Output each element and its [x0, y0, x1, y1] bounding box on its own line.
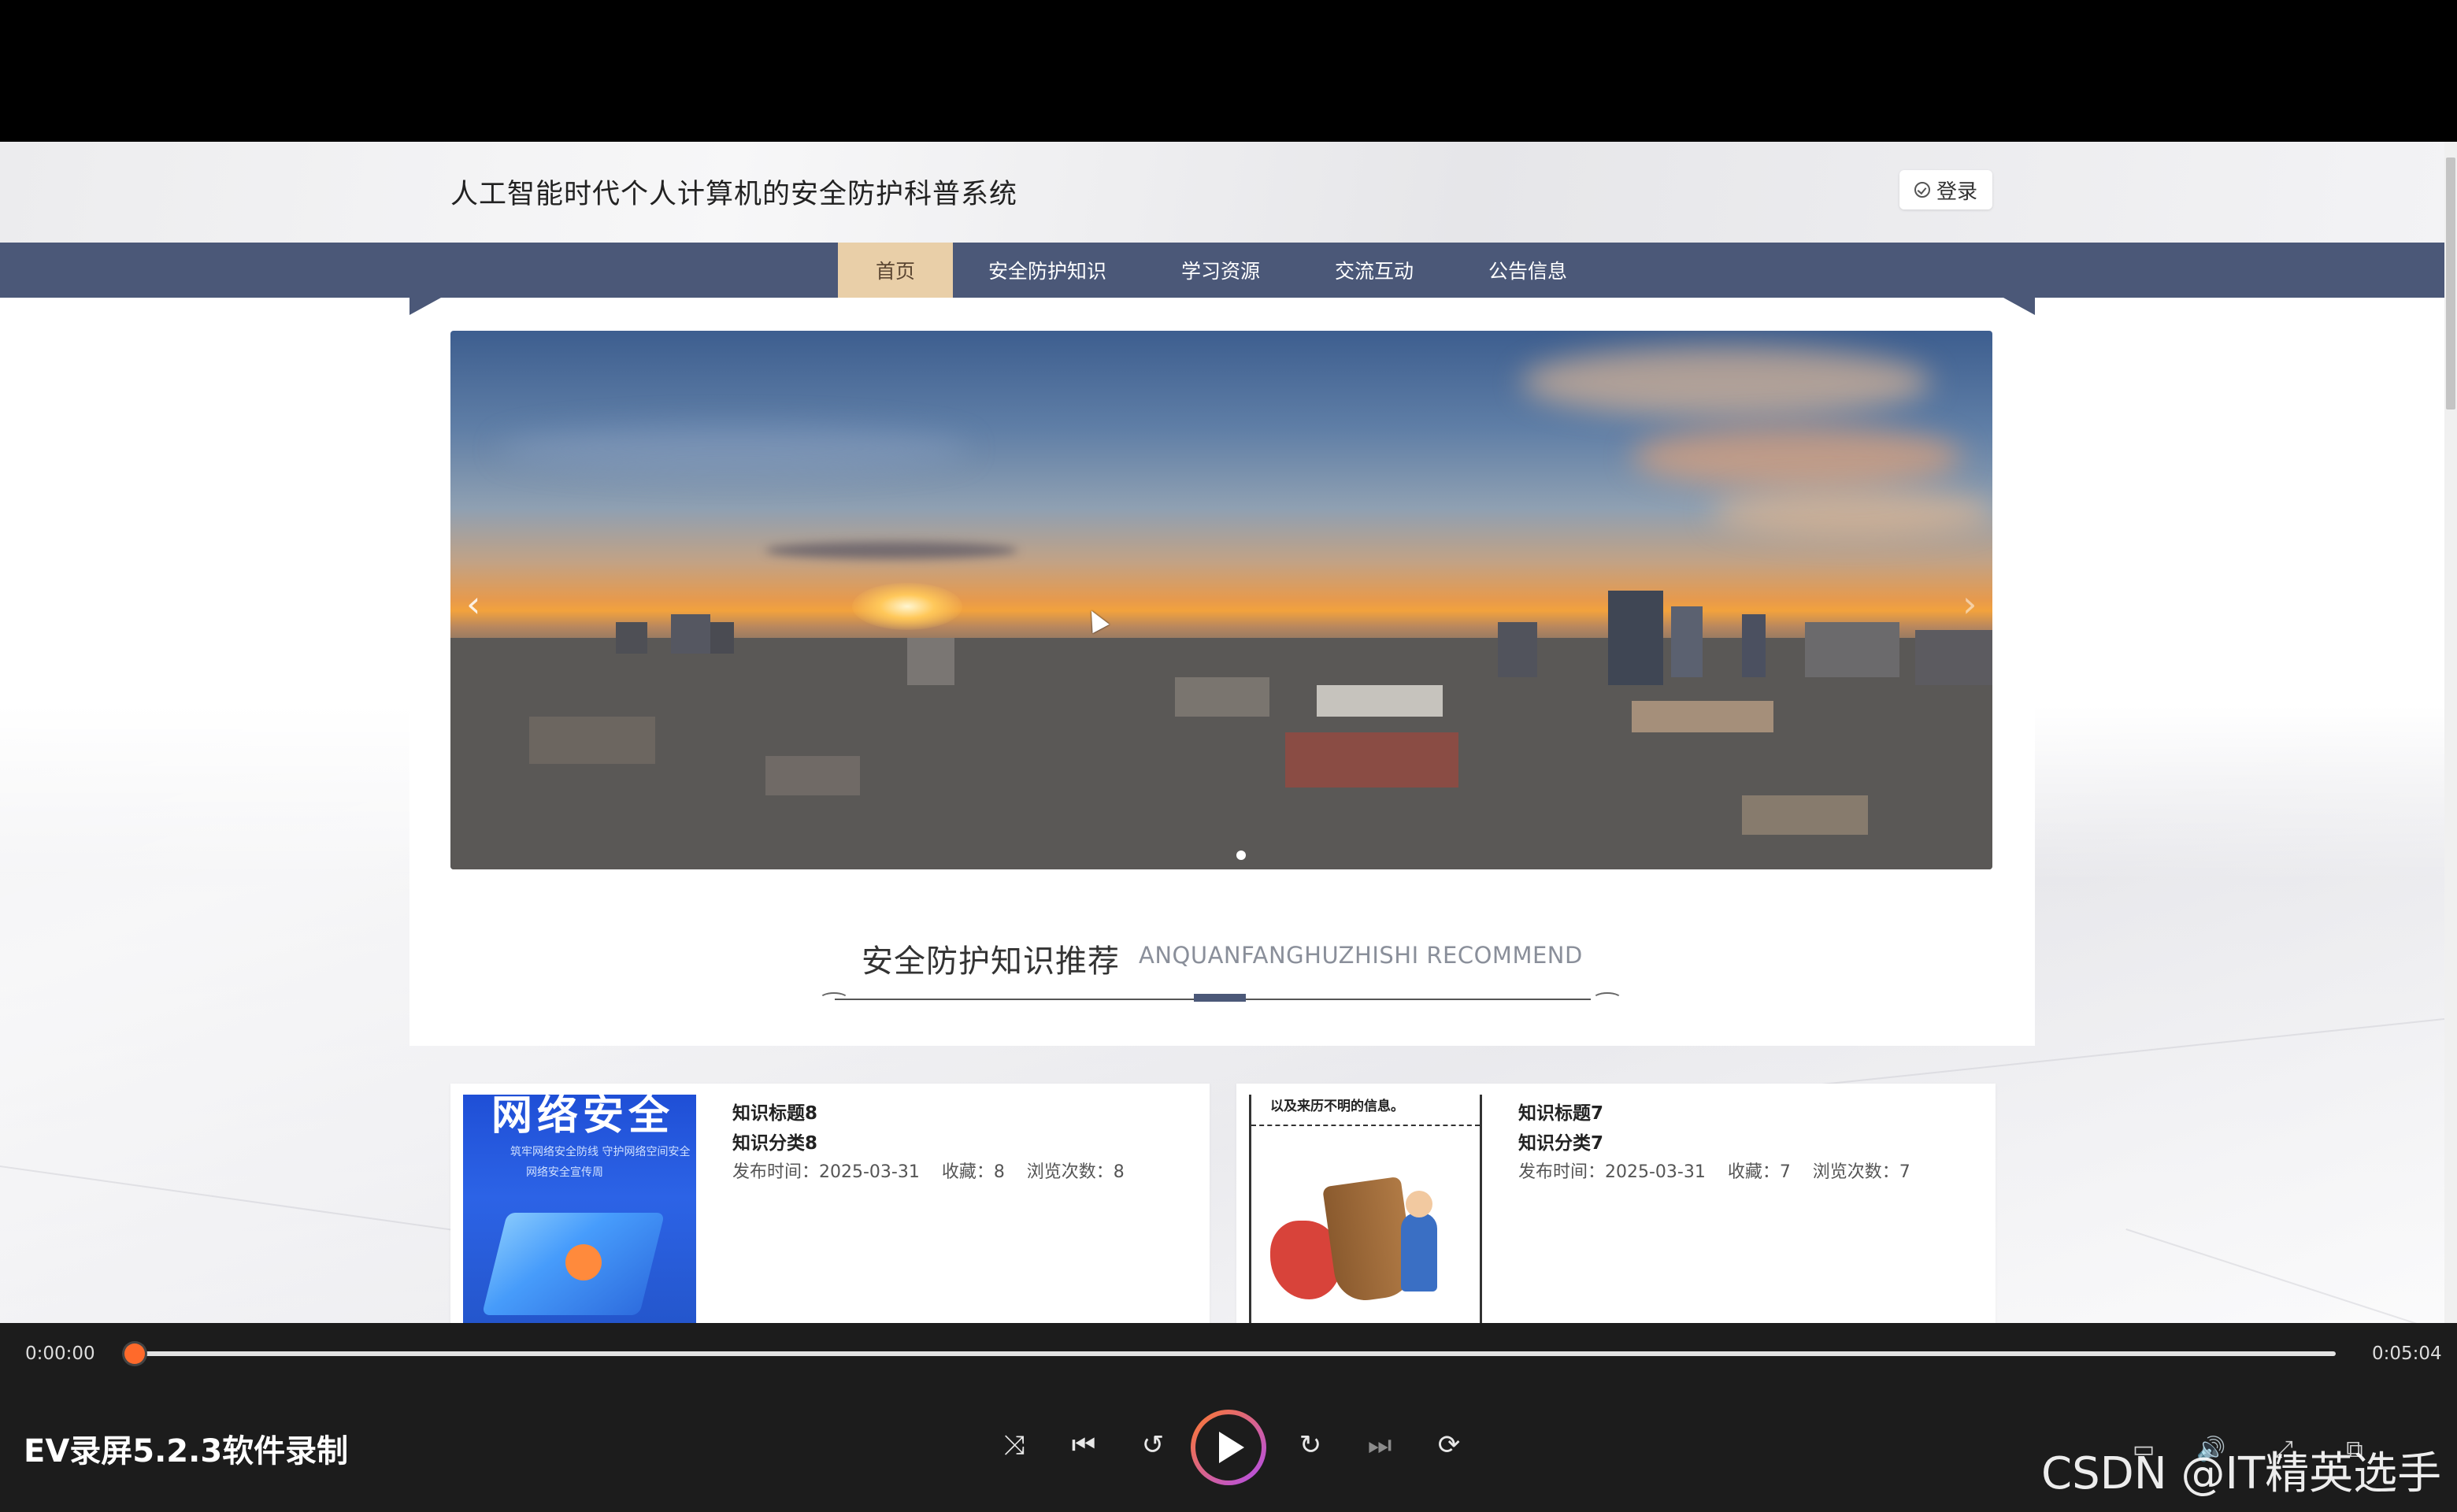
knowledge-card[interactable]: 网络安全 筑牢网络安全防线 守护网络空间安全 网络安全宣传周 知识标题8 知识分…: [450, 1084, 1210, 1323]
panel-backdrop: [2035, 298, 2444, 880]
nav-item-announcements[interactable]: 公告信息: [1451, 243, 1605, 298]
cloud-shape: [1521, 346, 1931, 417]
carousel-indicator-dot[interactable]: [1236, 850, 1246, 860]
lock-illustration: [565, 1244, 602, 1280]
section-title: 安全防护知识推荐: [862, 943, 1120, 980]
carousel-prev-arrow[interactable]: ‹: [466, 583, 480, 625]
check-circle-icon: [1914, 182, 1930, 198]
page-scrollbar-thumb[interactable]: [2446, 158, 2455, 410]
card-title[interactable]: 知识标题7: [1518, 1098, 1603, 1125]
thumbnail-divider: [1251, 1125, 1480, 1126]
play-button[interactable]: [1191, 1410, 1266, 1485]
nav-item-home[interactable]: 首页: [838, 243, 953, 298]
cloud-shape: [1710, 488, 1992, 536]
divider-curl-left: [819, 992, 849, 1006]
current-time: 0:00:00: [25, 1343, 95, 1364]
progress-handle[interactable]: [124, 1343, 145, 1364]
card-thumbnail[interactable]: 以及来历不明的信息。: [1249, 1095, 1482, 1323]
section-subtitle: ANQUANFANGHUZHISHI RECOMMEND: [1139, 942, 1583, 969]
progress-bar[interactable]: [132, 1351, 2336, 1356]
card-category: 知识分类8: [732, 1133, 818, 1154]
site-header: [0, 142, 2444, 243]
banner-carousel[interactable]: ‹ ›: [450, 331, 1992, 869]
main-navbar: 首页 安全防护知识 学习资源 交流互动 公告信息: [0, 243, 2444, 298]
cloud-shape: [765, 542, 1017, 559]
csdn-watermark: CSDN @IT精英选手: [2041, 1448, 2442, 1499]
card-meta: 发布时间：2025-03-31 收藏：8 浏览次数：8: [732, 1162, 1125, 1182]
thumbnail-text: 筑牢网络安全防线 守护网络空间安全: [510, 1146, 691, 1158]
previous-track-icon[interactable]: ⏮: [1062, 1425, 1106, 1465]
login-label: 登录: [1936, 180, 1977, 204]
web-page-viewport: 人工智能时代个人计算机的安全防护科普系统 登录 首页 安全防护知识 学习资源 交…: [0, 142, 2457, 1323]
divider-curl-right: [1592, 992, 1622, 1006]
card-category: 知识分类7: [1518, 1133, 1604, 1154]
next-track-icon[interactable]: ⏭: [1358, 1425, 1402, 1465]
city-skyline: [450, 591, 1992, 869]
cloud-shape: [1632, 425, 1962, 488]
card-title[interactable]: 知识标题8: [732, 1098, 817, 1125]
shuffle-icon[interactable]: ⤨: [992, 1425, 1036, 1465]
carousel-next-arrow[interactable]: ›: [1962, 583, 1977, 625]
rewind-10-icon[interactable]: ↺: [1131, 1425, 1175, 1465]
nav-item-learning-resources[interactable]: 学习资源: [1143, 243, 1298, 298]
total-time: 0:05:04: [2372, 1343, 2442, 1364]
card-thumbnail[interactable]: 网络安全 筑牢网络安全防线 守护网络空间安全 网络安全宣传周: [463, 1095, 696, 1323]
nav-item-security-knowledge[interactable]: 安全防护知识: [954, 243, 1140, 298]
recorder-label: EV录屏5.2.3软件录制: [24, 1433, 349, 1469]
panel-backdrop: [0, 298, 410, 880]
knowledge-card[interactable]: 以及来历不明的信息。 知识标题7 知识分类7 发布时间：2025-03-31 收…: [1236, 1084, 1996, 1323]
forward-30-icon[interactable]: ↻: [1288, 1425, 1332, 1465]
person-illustration: [1401, 1213, 1437, 1292]
person-head-illustration: [1406, 1191, 1432, 1217]
section-divider-accent: [1194, 994, 1246, 1002]
play-icon: [1219, 1432, 1244, 1463]
site-title: 人工智能时代个人计算机的安全防护科普系统: [450, 179, 1018, 210]
cloud-shape: [498, 425, 970, 472]
thumbnail-text: 以及来历不明的信息。: [1270, 1099, 1404, 1114]
login-button[interactable]: 登录: [1899, 170, 1992, 209]
thumbnail-text: 网络安全宣传周: [526, 1166, 603, 1179]
card-meta: 发布时间：2025-03-31 收藏：7 浏览次数：7: [1518, 1162, 1910, 1182]
loop-icon[interactable]: ⟳: [1427, 1425, 1471, 1465]
thumbnail-heading: 网络安全: [491, 1095, 675, 1140]
nav-item-community[interactable]: 交流互动: [1301, 243, 1447, 298]
